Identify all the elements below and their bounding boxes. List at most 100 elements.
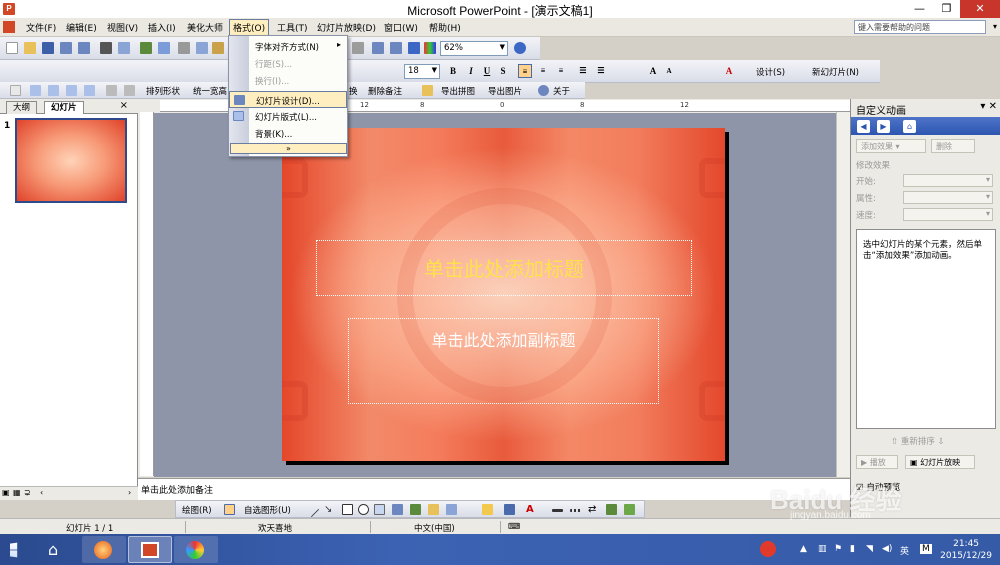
add-effect-button[interactable]: 添加效果 ▾ [856, 139, 926, 153]
tab-outline[interactable]: 大纲 [6, 101, 38, 114]
expand-menu-button[interactable]: » [230, 143, 347, 154]
shadow-style-icon[interactable] [606, 504, 617, 515]
arrow-icon[interactable]: ↘ [324, 504, 335, 515]
insert-chart-icon[interactable] [352, 42, 364, 54]
slideshow-button[interactable]: ▣ 幻灯片放映 [905, 455, 975, 469]
up-arrow-icon[interactable]: ▲ [800, 544, 807, 554]
slide-icon[interactable] [84, 85, 95, 96]
user-icon[interactable] [538, 85, 549, 96]
design-button[interactable]: 设计(S) [756, 66, 785, 78]
bold-button[interactable]: B [446, 64, 460, 78]
ime-indicator[interactable]: 英 [900, 544, 909, 557]
tool-icon[interactable] [124, 85, 135, 96]
slide-icon[interactable] [30, 85, 41, 96]
font-color-button[interactable]: A [722, 64, 736, 78]
start-select[interactable] [903, 174, 993, 187]
tool-icon[interactable] [106, 85, 117, 96]
shadow-button[interactable]: S [496, 64, 510, 78]
draw-menu-button[interactable]: 绘图(R) [182, 504, 212, 516]
animation-list[interactable]: 选中幻灯片的某个元素，然后单击“添加效果”添加动画。 [856, 229, 996, 429]
picture-icon[interactable] [446, 504, 457, 515]
taskbar-app-browser[interactable] [82, 536, 126, 563]
power-icon[interactable]: ▮ [850, 544, 855, 554]
menu-slideshow[interactable]: 幻灯片放映(D) [317, 21, 376, 34]
save-icon[interactable] [42, 42, 54, 54]
chevron-down-icon[interactable]: ▾ [993, 22, 997, 31]
align-center-button[interactable]: ≡ [536, 64, 550, 78]
underline-button[interactable]: U [480, 64, 494, 78]
slideshow-view-icon[interactable]: ⊋ [24, 488, 31, 497]
normal-view-icon[interactable]: ▣ [2, 488, 10, 497]
menu-edit[interactable]: 编辑(E) [66, 21, 97, 34]
fill-color-icon[interactable] [482, 504, 493, 515]
rectangle-icon[interactable] [342, 504, 353, 515]
close-button[interactable]: ✕ [960, 0, 1000, 18]
menu-item-slide-design[interactable]: 幻灯片设计(D)... [229, 91, 347, 108]
tables-borders-icon[interactable] [390, 42, 402, 54]
open-icon[interactable] [24, 42, 36, 54]
notification-icon[interactable]: ⚑ [834, 544, 842, 554]
line-style-icon[interactable] [552, 509, 563, 512]
cut-icon[interactable] [178, 42, 190, 54]
layout-icon[interactable] [10, 85, 21, 96]
menu-item-background[interactable]: 背景(K)... [229, 125, 347, 142]
back-icon[interactable]: ◀ [857, 120, 870, 133]
help-search-input[interactable]: 键入需要帮助的问题 ▾ [854, 20, 997, 34]
tab-slides[interactable]: 幻灯片 [44, 101, 84, 114]
wordart-icon[interactable] [392, 504, 403, 515]
ime-mode-indicator[interactable]: M [920, 544, 932, 554]
wifi-icon[interactable]: ◥ [866, 544, 873, 554]
dash-style-icon[interactable] [570, 509, 581, 512]
vertical-scrollbar[interactable] [836, 112, 850, 477]
expand-all-icon[interactable] [408, 42, 420, 54]
notes-pane[interactable]: 单击此处添加备注 [138, 478, 850, 500]
taskbar-app-powerpoint[interactable] [128, 536, 172, 563]
subtitle-placeholder[interactable]: 单击此处添加副标题 [348, 318, 659, 404]
taskbar-app-paint[interactable] [174, 536, 218, 563]
copy-icon[interactable] [196, 42, 208, 54]
export-image-button[interactable]: 导出图片 [488, 85, 522, 97]
menu-file[interactable]: 文件(F) [26, 21, 56, 34]
property-select[interactable] [903, 191, 993, 204]
menu-item-font-alignment[interactable]: 字体对齐方式(N) ▸ [229, 38, 347, 55]
unify-size-button[interactable]: 统一宽高 [193, 85, 227, 97]
menu-item-slide-layout[interactable]: 幻灯片版式(L)... [229, 108, 347, 125]
windows-start-icon[interactable] [10, 542, 18, 558]
decrease-font-button[interactable]: A [662, 64, 676, 78]
slide[interactable]: 单击此处添加标题 单击此处添加副标题 [282, 128, 725, 461]
align-left-button[interactable]: ≡ [518, 64, 532, 78]
remove-button[interactable]: 删除 [931, 139, 975, 153]
close-icon[interactable]: × [120, 100, 128, 111]
arrow-style-icon[interactable]: ⇄ [588, 504, 599, 515]
print-icon[interactable] [100, 42, 112, 54]
menu-view[interactable]: 视图(V) [107, 21, 138, 34]
slide-icon[interactable] [48, 85, 59, 96]
permission-icon[interactable] [60, 42, 72, 54]
clipart-icon[interactable] [428, 504, 439, 515]
scroll-right-icon[interactable]: › [128, 488, 131, 497]
spelling-status-icon[interactable]: ⌨ [508, 522, 520, 532]
tray-app-icon[interactable] [760, 541, 776, 557]
arrange-shapes-button[interactable]: 排列形状 [146, 85, 180, 97]
export-icon[interactable] [422, 85, 433, 96]
spelling-icon[interactable] [140, 42, 152, 54]
line-icon[interactable] [303, 501, 320, 518]
autoshapes-button[interactable]: 自选图形(U) [244, 504, 291, 516]
sorter-view-icon[interactable]: ▦ [13, 488, 21, 497]
3d-style-icon[interactable] [624, 504, 635, 515]
menu-tools[interactable]: 工具(T) [277, 21, 308, 34]
research-icon[interactable] [158, 42, 170, 54]
slide-thumbnail[interactable] [15, 118, 127, 203]
export-puzzle-button[interactable]: 导出拼图 [441, 85, 475, 97]
speed-select[interactable] [903, 208, 993, 221]
home-icon[interactable]: ⌂ [903, 120, 916, 133]
email-icon[interactable] [78, 42, 90, 54]
color-grayscale-icon[interactable] [424, 42, 436, 54]
reorder-label[interactable]: ⇧ 重新排序 ⇩ [891, 435, 945, 447]
minimize-button[interactable]: — [906, 0, 933, 18]
menu-beautify[interactable]: 美化大师 [187, 21, 223, 34]
font-color-icon[interactable]: A [526, 504, 537, 515]
scroll-left-icon[interactable]: ‹ [40, 488, 43, 497]
new-icon[interactable] [6, 42, 18, 54]
network-icon[interactable]: ▥ [818, 544, 827, 554]
